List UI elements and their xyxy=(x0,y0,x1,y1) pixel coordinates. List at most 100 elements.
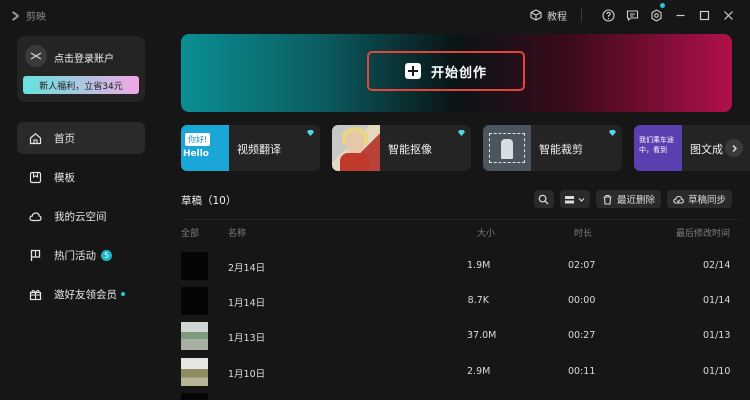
drafts-header: 草稿（10） 最近删除 草稿同步 xyxy=(181,188,741,210)
sidebar-item-label: 热门活动 xyxy=(54,249,96,262)
drafts-table-header: 全部 名称 大小 时长 最后修改时间 xyxy=(181,226,741,240)
sidebar-item-hot-events[interactable]: 热门活动 5 xyxy=(17,239,145,271)
draft-duration: 00:00 xyxy=(568,295,596,306)
gift-icon xyxy=(29,289,42,300)
chevron-right-icon xyxy=(732,144,737,152)
column-header-all[interactable]: 全部 xyxy=(181,226,199,239)
start-creating-banner[interactable]: 开始创作 xyxy=(181,34,732,112)
quick-tools-row: 你好! Hello 视频翻译 智能抠像 智能裁剪 我们乘车途中，看到 图文成 xyxy=(181,125,750,171)
sidebar-item-label: 邀好友领会员 xyxy=(54,288,117,301)
tutorial-label: 教程 xyxy=(547,11,567,23)
sidebar-item-label: 首页 xyxy=(54,132,75,145)
draft-sync-button[interactable]: 草稿同步 xyxy=(666,190,732,208)
draft-thumbnail[interactable] xyxy=(181,393,208,400)
draft-thumbnail[interactable] xyxy=(181,358,208,386)
table-row[interactable]: 2月14日 1.9M 02:07 02/14 xyxy=(181,252,741,280)
tool-video-translation[interactable]: 你好! Hello 视频翻译 xyxy=(181,125,320,171)
cube-icon xyxy=(530,9,542,21)
flag-icon xyxy=(30,249,41,261)
drafts-divider xyxy=(181,219,741,220)
maximize-icon xyxy=(699,10,709,20)
draft-size: 1.9M xyxy=(467,260,491,271)
close-icon xyxy=(723,10,733,20)
plus-icon xyxy=(404,63,421,79)
draft-name: 1月10日 xyxy=(228,369,266,380)
avatar[interactable] xyxy=(25,45,47,67)
tool-smart-cutout[interactable]: 智能抠像 xyxy=(332,125,471,171)
title-bar: 剪映 教程 xyxy=(0,0,750,30)
table-row[interactable]: 1月13日 37.0M 00:27 01/13 xyxy=(181,322,741,350)
sidebar-item-cloud-space[interactable]: 我的云空间 xyxy=(17,200,145,232)
draft-modified: 01/14 xyxy=(703,295,731,306)
video-translation-thumbnail: 你好! Hello xyxy=(181,125,229,171)
tool-label: 图文成 xyxy=(690,143,723,156)
settings-button[interactable] xyxy=(644,3,668,24)
tool-label: 视频翻译 xyxy=(237,143,281,156)
new-user-promo-banner[interactable]: 新人福利，立省34元 xyxy=(23,76,139,94)
app-logo: 剪映 xyxy=(10,8,46,23)
thumb-caption-1: 你好! xyxy=(185,133,211,146)
close-button[interactable] xyxy=(716,6,740,24)
draft-duration: 00:11 xyxy=(568,366,596,377)
draft-modified: 01/13 xyxy=(703,330,731,341)
capcut-logo-icon xyxy=(10,11,22,21)
drafts-actions: 最近删除 草稿同步 xyxy=(533,190,732,208)
draft-modified: 01/10 xyxy=(703,366,731,377)
tool-smart-crop[interactable]: 智能裁剪 xyxy=(483,125,622,171)
sidebar-item-invite-friends[interactable]: 邀好友领会员 xyxy=(17,278,145,310)
column-header-size[interactable]: 大小 xyxy=(477,226,495,239)
draft-name: 2月14日 xyxy=(228,263,266,274)
draft-sync-label: 草稿同步 xyxy=(687,195,726,206)
sidebar-item-templates[interactable]: 模板 xyxy=(17,161,145,193)
draft-name: 1月13日 xyxy=(228,333,266,344)
column-header-name[interactable]: 名称 xyxy=(228,226,246,239)
draft-modified: 02/14 xyxy=(703,260,731,271)
login-card[interactable]: 点击登录账户 新人福利，立省34元 xyxy=(17,36,145,102)
text-to-video-thumbnail: 我们乘车途中，看到 xyxy=(634,125,682,171)
help-icon xyxy=(601,8,615,22)
cloud-icon xyxy=(29,211,42,221)
sidebar-item-home[interactable]: 首页 xyxy=(17,122,145,154)
start-creating-button[interactable]: 开始创作 xyxy=(367,51,525,91)
maximize-button[interactable] xyxy=(692,6,716,24)
smart-crop-thumbnail xyxy=(483,125,531,171)
column-header-duration[interactable]: 时长 xyxy=(574,226,592,239)
sidebar-item-label: 我的云空间 xyxy=(54,210,107,223)
tool-label: 智能裁剪 xyxy=(539,143,583,156)
help-button[interactable] xyxy=(596,6,620,24)
search-drafts-button[interactable] xyxy=(533,190,554,208)
table-row[interactable]: 1月10日 2.9M 00:11 01/10 xyxy=(181,358,741,386)
feedback-button[interactable] xyxy=(620,6,644,24)
sidebar: 点击登录账户 新人福利，立省34元 首页 模板 我的云空间 热门活动 5 邀好友… xyxy=(0,30,165,400)
thumb-caption-2: Hello xyxy=(183,149,209,159)
feedback-icon xyxy=(626,9,638,21)
minimize-button[interactable] xyxy=(668,6,692,24)
draft-size: 8.7K xyxy=(467,295,489,306)
settings-notification-dot xyxy=(660,3,665,8)
portrait-face xyxy=(346,131,364,153)
table-row[interactable]: 1月14日 8.7K 00:00 01/14 xyxy=(181,287,741,315)
vip-diamond-icon xyxy=(307,130,314,136)
minimize-icon xyxy=(676,14,684,16)
view-mode-dropdown[interactable] xyxy=(559,190,590,208)
login-label[interactable]: 点击登录账户 xyxy=(54,50,114,65)
draft-thumbnail[interactable] xyxy=(181,252,208,280)
tutorial-button[interactable]: 教程 xyxy=(530,6,567,24)
draft-size: 37.0M xyxy=(467,330,497,341)
capcut-avatar-icon xyxy=(30,52,42,60)
chevron-down-icon xyxy=(579,197,585,202)
title-bar-divider xyxy=(581,8,582,22)
tools-next-button[interactable] xyxy=(725,139,743,157)
search-icon xyxy=(539,194,549,204)
table-row[interactable] xyxy=(181,393,741,400)
draft-thumbnail[interactable] xyxy=(181,322,208,350)
template-icon xyxy=(29,171,42,183)
portrait-body xyxy=(340,153,370,171)
start-creating-label: 开始创作 xyxy=(430,65,487,81)
tool-label: 智能抠像 xyxy=(388,143,432,156)
thumb-caption: 我们乘车途中，看到 xyxy=(639,136,674,154)
column-header-modified[interactable]: 最后修改时间 xyxy=(676,226,730,239)
draft-thumbnail[interactable] xyxy=(181,287,208,315)
cloud-sync-icon xyxy=(673,195,684,204)
recently-deleted-button[interactable]: 最近删除 xyxy=(595,190,661,208)
